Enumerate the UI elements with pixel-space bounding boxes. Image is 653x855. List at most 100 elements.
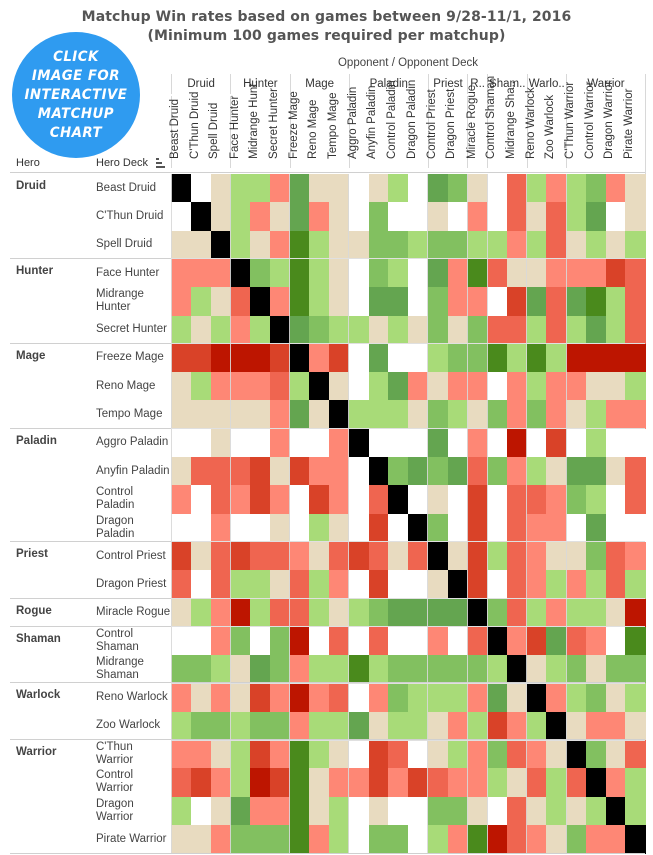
heatmap-cell[interactable] [388, 513, 409, 543]
heatmap-cell[interactable] [329, 202, 350, 232]
heatmap-cell[interactable] [329, 598, 350, 628]
heatmap-cell[interactable] [526, 485, 547, 515]
heatmap-cell[interactable] [427, 315, 449, 345]
heatmap-cell[interactable] [408, 796, 429, 826]
heatmap-cell[interactable] [467, 796, 488, 826]
heatmap-cell[interactable] [250, 683, 271, 713]
heatmap-cell[interactable] [526, 570, 547, 600]
heatmap-cell[interactable] [566, 230, 587, 260]
heatmap-cell[interactable] [427, 655, 449, 684]
heatmap-cell[interactable] [487, 400, 508, 430]
heatmap-cell[interactable] [210, 343, 231, 373]
heatmap-cell[interactable] [447, 768, 468, 798]
heatmap-cell[interactable] [447, 230, 468, 260]
heatmap-cell[interactable] [605, 202, 626, 232]
heatmap-cell[interactable] [447, 343, 468, 373]
heatmap-cell[interactable] [289, 485, 310, 515]
heatmap-cell[interactable] [210, 258, 231, 288]
heatmap-cell[interactable] [309, 202, 330, 232]
heatmap-cell[interactable] [388, 768, 409, 798]
heatmap-cell[interactable] [506, 683, 528, 713]
heatmap-cell[interactable] [230, 626, 251, 656]
heatmap-cell[interactable] [250, 400, 271, 430]
heatmap-cell[interactable] [210, 428, 231, 458]
heatmap-cell[interactable] [388, 202, 409, 232]
heatmap-cell[interactable] [526, 768, 547, 798]
heatmap-cell[interactable] [427, 598, 449, 628]
heatmap-cell[interactable] [171, 711, 192, 741]
heatmap-cell[interactable] [467, 457, 488, 486]
heatmap-cell[interactable] [329, 400, 350, 430]
heatmap-cell[interactable] [230, 457, 251, 486]
heatmap-cell[interactable] [190, 315, 212, 345]
heatmap-cell[interactable] [625, 768, 646, 798]
heatmap-cell[interactable] [289, 202, 310, 232]
heatmap-cell[interactable] [585, 541, 607, 571]
heatmap-cell[interactable] [388, 372, 409, 401]
heatmap-cell[interactable] [487, 626, 508, 656]
heatmap-cell[interactable] [368, 428, 389, 458]
heatmap-cell[interactable] [289, 711, 310, 741]
heatmap-cell[interactable] [566, 372, 587, 401]
heatmap-cell[interactable] [467, 400, 488, 430]
heatmap-cell[interactable] [368, 796, 389, 826]
heatmap-cell[interactable] [250, 230, 271, 260]
heatmap-cell[interactable] [427, 343, 449, 373]
heatmap-cell[interactable] [230, 343, 251, 373]
heatmap-cell[interactable] [171, 796, 192, 826]
heatmap-cell[interactable] [487, 740, 508, 769]
heatmap-cell[interactable] [467, 740, 488, 769]
heatmap-cell[interactable] [605, 683, 626, 713]
heatmap-cell[interactable] [289, 428, 310, 458]
heatmap-cell[interactable] [348, 626, 370, 656]
heatmap-cell[interactable] [447, 202, 468, 232]
heatmap-cell[interactable] [368, 174, 389, 203]
heatmap-cell[interactable] [605, 315, 626, 345]
heatmap-cell[interactable] [447, 485, 468, 515]
heatmap-cell[interactable] [388, 796, 409, 826]
heatmap-cell[interactable] [269, 202, 291, 232]
heatmap-cell[interactable] [388, 343, 409, 373]
heatmap-cell[interactable] [348, 541, 370, 571]
heatmap-cell[interactable] [585, 343, 607, 373]
heatmap-cell[interactable] [526, 626, 547, 656]
heatmap-cell[interactable] [250, 343, 271, 373]
heatmap-cell[interactable] [230, 230, 251, 260]
heatmap-cell[interactable] [506, 796, 528, 826]
heatmap-cell[interactable] [427, 570, 449, 600]
heatmap-cell[interactable] [585, 315, 607, 345]
heatmap-cell[interactable] [230, 315, 251, 345]
heatmap-cell[interactable] [171, 824, 192, 854]
heatmap-cell[interactable] [408, 428, 429, 458]
heatmap-cell[interactable] [269, 258, 291, 288]
heatmap-cell[interactable] [388, 824, 409, 854]
heatmap-cell[interactable] [566, 541, 587, 571]
heatmap-cell[interactable] [250, 768, 271, 798]
heatmap-cell[interactable] [566, 683, 587, 713]
heatmap-cell[interactable] [526, 457, 547, 486]
heatmap-cell[interactable] [190, 428, 212, 458]
heatmap-cell[interactable] [408, 541, 429, 571]
heatmap-cell[interactable] [250, 202, 271, 232]
heatmap-cell[interactable] [427, 740, 449, 769]
heatmap-cell[interactable] [230, 768, 251, 798]
heatmap-cell[interactable] [526, 513, 547, 543]
heatmap-cell[interactable] [566, 598, 587, 628]
heatmap-cell[interactable] [348, 570, 370, 600]
heatmap-cell[interactable] [269, 740, 291, 769]
heatmap-cell[interactable] [546, 570, 567, 600]
heatmap-cell[interactable] [506, 287, 528, 317]
heatmap-cell[interactable] [230, 372, 251, 401]
heatmap-cell[interactable] [625, 400, 646, 430]
heatmap-cell[interactable] [230, 513, 251, 543]
heatmap-cell[interactable] [487, 372, 508, 401]
heatmap-cell[interactable] [329, 655, 350, 684]
heatmap-cell[interactable] [190, 711, 212, 741]
heatmap-cell[interactable] [289, 343, 310, 373]
heatmap-cell[interactable] [269, 372, 291, 401]
heatmap-cell[interactable] [388, 598, 409, 628]
heatmap-cell[interactable] [447, 711, 468, 741]
heatmap-cell[interactable] [348, 372, 370, 401]
heatmap-cell[interactable] [447, 513, 468, 543]
heatmap-cell[interactable] [447, 174, 468, 203]
